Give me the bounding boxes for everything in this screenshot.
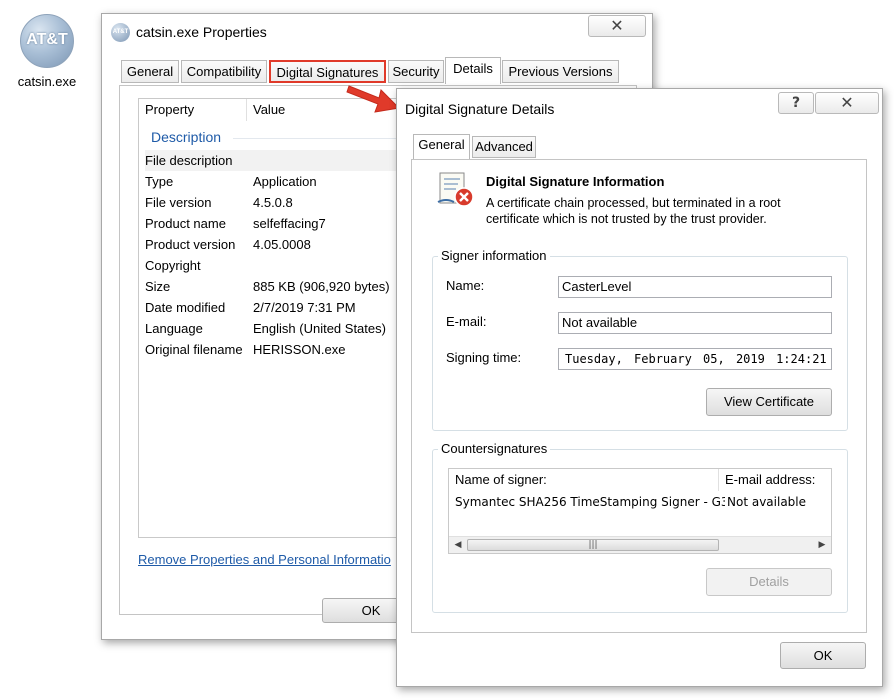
tab-details[interactable]: Details [445, 57, 501, 84]
property-value: 2/7/2019 7:31 PM [253, 300, 356, 315]
property-key: Size [145, 279, 171, 294]
tab-advanced[interactable]: Advanced [472, 136, 536, 158]
tab-general[interactable]: General [413, 134, 470, 159]
property-key: Type [145, 174, 174, 189]
help-icon: ? [791, 95, 801, 111]
countersignatures-group-title: Countersignatures [438, 441, 551, 456]
tab-general[interactable]: General [121, 60, 179, 83]
email-label: E-mail: [446, 314, 487, 329]
property-key: Product version [145, 237, 236, 252]
property-value: 4.05.0008 [253, 237, 311, 252]
signing-time-label: Signing time: [446, 350, 522, 365]
signer-email-cell[interactable]: Not available [725, 495, 807, 509]
close-icon: ✕ [840, 93, 854, 112]
property-key: Product name [145, 216, 226, 231]
email-field[interactable]: Not available [558, 312, 832, 334]
horizontal-scrollbar[interactable]: ◀ ||| ▶ [449, 536, 831, 553]
section-description: Description [151, 129, 222, 145]
property-key: File description [145, 153, 233, 168]
info-title: Digital Signature Information [486, 174, 665, 189]
property-key: Language [145, 321, 203, 336]
details-button[interactable]: Details [706, 568, 832, 596]
desktop-icon-catsin[interactable]: AT&T catsin.exe [12, 12, 82, 102]
property-value: 885 KB (906,920 bytes) [253, 279, 390, 294]
tab-bar: General Advanced [413, 134, 613, 160]
help-button[interactable]: ? [778, 92, 814, 114]
info-text-line-1: A certificate chain processed, but termi… [486, 196, 781, 210]
scroll-left-icon[interactable]: ◀ [450, 538, 466, 553]
column-signer-name[interactable]: Name of signer: [449, 469, 719, 491]
ok-button[interactable]: OK [780, 642, 866, 669]
countersigner-list[interactable]: Name of signer: E-mail address: Symantec… [448, 468, 832, 554]
app-icon: AT&T [111, 23, 130, 42]
property-value: selfeffacing7 [253, 216, 326, 231]
property-key: Original filename [145, 342, 243, 357]
info-text-line-2: certificate which is not trusted by the … [486, 212, 767, 226]
desktop-icon-label: catsin.exe [17, 74, 77, 89]
scroll-right-icon[interactable]: ▶ [814, 538, 830, 553]
property-key: Copyright [145, 258, 201, 273]
remove-properties-link[interactable]: Remove Properties and Personal Informati… [138, 552, 391, 567]
signer-name-cell[interactable]: Symantec SHA256 TimeStamping Signer - G3 [455, 495, 729, 509]
property-value: 4.5.0.8 [253, 195, 293, 210]
column-property[interactable]: Property [139, 99, 247, 121]
property-value: English (United States) [253, 321, 386, 336]
name-label: Name: [446, 278, 485, 293]
close-button[interactable]: ✕ [588, 15, 646, 37]
window-title: Digital Signature Details [405, 101, 555, 117]
window-title: catsin.exe Properties [136, 24, 267, 40]
att-logo-icon: AT&T [20, 14, 74, 68]
certificate-error-icon [437, 172, 474, 207]
name-field[interactable]: CasterLevel [558, 276, 832, 298]
app-icon-text: AT&T [112, 29, 129, 35]
close-icon: ✕ [610, 16, 624, 35]
signer-group-title: Signer information [438, 248, 550, 263]
close-button[interactable]: ✕ [815, 92, 879, 114]
property-value: HERISSON.exe [253, 342, 346, 357]
signing-time-field[interactable]: Tuesday, February 05, 2019 1:24:21 PM [558, 348, 832, 370]
property-value: Application [253, 174, 317, 189]
general-panel: Digital Signature Information A certific… [411, 159, 867, 633]
scroll-thumb[interactable]: ||| [467, 539, 719, 551]
property-key: Date modified [145, 300, 226, 315]
view-certificate-button[interactable]: View Certificate [706, 388, 832, 416]
tab-previous-versions[interactable]: Previous Versions [502, 60, 619, 83]
logo-text: AT&T [26, 31, 68, 48]
property-key: File version [145, 195, 212, 210]
column-email[interactable]: E-mail address: [719, 469, 831, 491]
tab-compatibility[interactable]: Compatibility [181, 60, 267, 83]
signature-details-window: Digital Signature Details ? ✕ General Ad… [396, 88, 883, 687]
